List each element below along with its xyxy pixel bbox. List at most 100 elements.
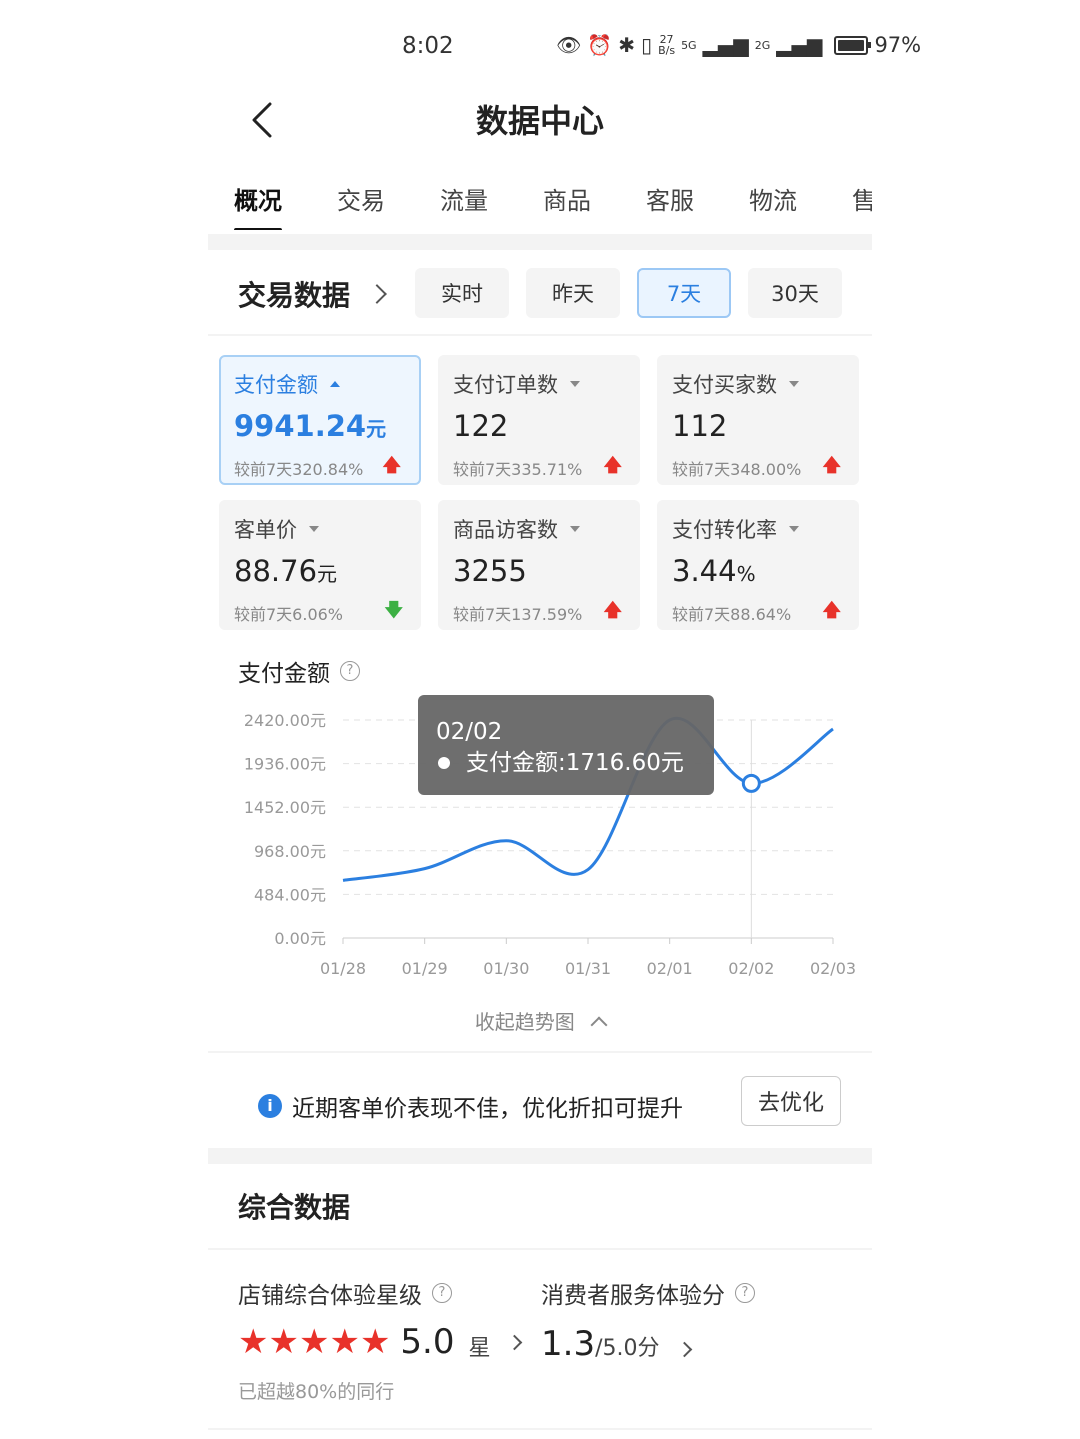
range-yesterday-button[interactable]: 昨天 (526, 268, 620, 318)
tab-bar: 概况 交易 流量 商品 客服 物流 售 (208, 170, 872, 230)
metric-value: 88.76元 (234, 554, 421, 588)
trade-data-link[interactable]: 交易数据 (238, 274, 387, 314)
data-point-highlight (741, 773, 761, 793)
range-30days-button[interactable]: 30天 (748, 268, 842, 318)
metric-card[interactable]: 支付转化率 3.44% 较前7天88.64% 🡅 (657, 500, 859, 630)
x-tick-label: 02/02 (728, 959, 774, 978)
caret-down-icon (789, 526, 799, 532)
tooltip-value: 支付金额:1716.60元 (466, 750, 684, 776)
chart-header: 支付金额 ? (238, 654, 360, 688)
tab-6[interactable]: 售 (852, 181, 872, 216)
metric-card[interactable]: 支付订单数 122 较前7天335.71% 🡅 (438, 355, 640, 485)
metric-compare: 较前7天88.64% 🡅 (672, 598, 859, 628)
chart-title: 支付金额 (238, 661, 330, 687)
tab-4[interactable]: 客服 (646, 181, 694, 216)
metric-number: 122 (453, 409, 509, 443)
metric-card[interactable]: 支付金额 9941.24元 较前7天320.84% 🡅 (219, 355, 421, 485)
collapse-chart-label: 收起趋势图 (474, 1010, 575, 1034)
info-icon: i (258, 1094, 282, 1118)
metric-label: 支付金额 (234, 369, 419, 399)
metric-card[interactable]: 支付买家数 112 较前7天348.00% 🡅 (657, 355, 859, 485)
x-tick-label: 01/30 (483, 959, 529, 978)
status-time: 8:02 (402, 33, 454, 59)
help-icon[interactable]: ? (735, 1283, 755, 1303)
caret-down-icon (789, 381, 799, 387)
metric-label-text: 支付买家数 (672, 373, 777, 397)
divider (208, 1051, 872, 1053)
rating-value: 5.0 (400, 1322, 455, 1362)
arrow-up-icon: 🡅 (603, 455, 622, 476)
star-icon: ★ (268, 1322, 299, 1362)
tab-3[interactable]: 商品 (543, 181, 591, 216)
tooltip-marker (438, 757, 450, 769)
metric-number: 9941.24 (234, 409, 367, 443)
arrow-down-icon: 🡇 (384, 600, 403, 621)
metric-unit: 元 (366, 417, 387, 441)
payment-line-chart[interactable]: 2420.00元 1936.00元 1452.00元 968.00元 484.00元 0.… (208, 690, 872, 990)
metric-compare-text: 较前7天335.71% (453, 460, 583, 479)
net-speed: 27 B/s (658, 34, 675, 56)
range-label: 7天 (666, 282, 702, 306)
status-icons: 👁 ⏰ ✱ ▯ 27 B/s 5G ▂▄▆ 2G ▂▄▆ 97% (556, 33, 921, 57)
chevron-right-icon (677, 1341, 693, 1358)
help-icon[interactable]: ? (340, 661, 360, 681)
arrow-up-icon: 🡅 (822, 600, 841, 621)
notice-text: 近期客单价表现不佳，优化折扣可提升 (292, 1096, 683, 1122)
collapse-chart-button[interactable]: 收起趋势图 (0, 1006, 1080, 1035)
y-tick-label: 2420.00元 (244, 711, 326, 730)
metric-label: 支付买家数 (672, 369, 859, 399)
store-rating-link[interactable]: ★★★★★ 5.0 星 (238, 1322, 522, 1362)
battery-percent: 97% (874, 33, 922, 57)
metric-compare: 较前7天137.59% 🡅 (453, 598, 640, 628)
star-icon: ★ (359, 1322, 391, 1362)
metric-label: 支付订单数 (453, 369, 640, 399)
metric-compare-text: 较前7天137.59% (453, 605, 583, 624)
eye-icon: 👁 (556, 33, 582, 57)
x-tick-label: 01/28 (320, 959, 366, 978)
metric-label-text: 客单价 (234, 518, 297, 542)
x-tick-label: 02/03 (810, 959, 856, 978)
optimize-button[interactable]: 去优化 (741, 1076, 841, 1126)
trade-data-title: 交易数据 (238, 279, 351, 312)
help-icon[interactable]: ? (432, 1283, 452, 1303)
store-rating-label: 店铺综合体验星级 (238, 1283, 422, 1309)
metric-card[interactable]: 商品访客数 3255 较前7天137.59% 🡅 (438, 500, 640, 630)
notice: i 近期客单价表现不佳，优化折扣可提升 (258, 1089, 683, 1123)
store-rating-header: 店铺综合体验星级 ? (238, 1276, 452, 1310)
summary-title: 综合数据 (238, 1191, 351, 1224)
metric-label-text: 商品访客数 (453, 518, 558, 542)
metric-card[interactable]: 客单价 88.76元较前7天6.06% 🡇 (219, 500, 421, 630)
divider (208, 1428, 872, 1430)
y-tick-label: 1936.00元 (244, 755, 326, 774)
tab-list: 概况 交易 流量 商品 客服 物流 售 (234, 181, 872, 230)
tooltip-box (418, 695, 714, 795)
metric-value: 3.44% (672, 554, 859, 588)
tab-1[interactable]: 交易 (337, 181, 385, 216)
star-rating: ★★★★★ (238, 1325, 390, 1359)
caret-down-icon (570, 526, 580, 532)
chevron-up-icon (590, 1016, 608, 1034)
range-7days-button[interactable]: 7天 (637, 268, 731, 318)
metric-unit: % (736, 562, 756, 586)
star-icon: ★ (298, 1322, 330, 1362)
caret-down-icon (570, 381, 580, 387)
x-tick-label: 02/01 (647, 959, 693, 978)
tab-0[interactable]: 概况 (234, 181, 282, 230)
divider (208, 1248, 872, 1250)
arrow-up-icon: 🡅 (603, 600, 622, 621)
service-score-link[interactable]: 1.3 /5.0分 (541, 1324, 693, 1364)
metric-compare: 较前7天6.06% 🡇 (234, 598, 421, 628)
range-realtime-button[interactable]: 实时 (415, 268, 509, 318)
range-label: 昨天 (552, 282, 594, 306)
arrow-up-icon: 🡅 (382, 455, 401, 476)
divider (208, 334, 872, 336)
tab-2[interactable]: 流量 (440, 181, 488, 216)
metric-label: 支付转化率 (672, 514, 859, 544)
chevron-right-icon (367, 284, 387, 304)
tab-5[interactable]: 物流 (749, 181, 797, 216)
net-speed-unit: B/s (658, 44, 676, 57)
x-tick-label: 01/29 (402, 959, 448, 978)
metric-label-text: 支付金额 (234, 373, 318, 397)
y-tick-label: 0.00元 (274, 929, 326, 948)
metric-label-text: 支付转化率 (672, 518, 777, 542)
